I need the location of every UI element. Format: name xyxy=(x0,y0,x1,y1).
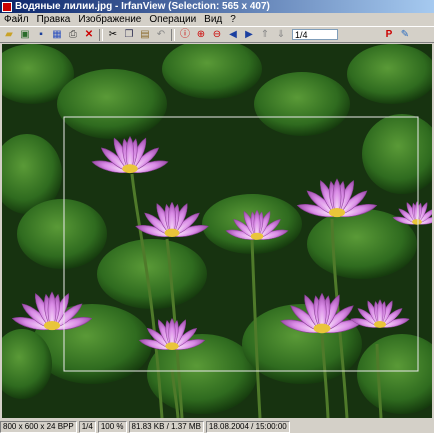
open-folder-icon[interactable]: ▰ xyxy=(2,28,16,41)
menu-file[interactable]: Файл xyxy=(0,14,33,25)
pdf-icon[interactable]: P xyxy=(382,28,396,41)
status-bar: 800 x 600 x 24 BPP 1/4 100 % 81.83 KB / … xyxy=(0,420,434,433)
window-title: Водяные лилии.jpg - IrfanView (Selection… xyxy=(15,1,270,12)
thumbnails-icon[interactable]: ▦ xyxy=(50,28,64,41)
menu-bar: Файл Правка Изображение Операции Вид ? xyxy=(0,13,434,26)
zoom-in-icon[interactable]: ⊕ xyxy=(194,28,208,41)
paint-icon[interactable]: ✎ xyxy=(398,28,412,41)
title-bar: Водяные лилии.jpg - IrfanView (Selection… xyxy=(0,0,434,13)
copy-icon[interactable]: ❐ xyxy=(122,28,136,41)
print-icon[interactable]: ⎙ xyxy=(66,28,80,41)
menu-edit[interactable]: Правка xyxy=(33,14,75,25)
toolbar-separator xyxy=(171,28,175,41)
status-zoom: 100 % xyxy=(97,420,127,433)
toolbar-separator xyxy=(99,28,103,41)
cut-icon[interactable]: ✂ xyxy=(106,28,120,41)
menu-help[interactable]: ? xyxy=(226,14,240,25)
toolbar: ▰ ▣ ▪ ▦ ⎙ ✕ ✂ ❐ ▤ ↶ ⓘ ⊕ ⊖ ◀ ▶ ⇑ ⇓ P ✎ xyxy=(0,26,434,43)
menu-view[interactable]: Вид xyxy=(200,14,226,25)
image-viewport[interactable] xyxy=(2,44,432,418)
status-dimensions: 800 x 600 x 24 BPP xyxy=(0,420,77,433)
status-page: 1/4 xyxy=(78,420,96,433)
next-icon[interactable]: ▶ xyxy=(242,28,256,41)
irfanview-app-icon xyxy=(2,1,12,12)
zoom-out-icon[interactable]: ⊖ xyxy=(210,28,224,41)
save-icon[interactable]: ▪ xyxy=(34,28,48,41)
last-page-icon[interactable]: ⇓ xyxy=(274,28,288,41)
delete-icon[interactable]: ✕ xyxy=(82,28,96,41)
menu-operations[interactable]: Операции xyxy=(145,14,200,25)
previous-icon[interactable]: ◀ xyxy=(226,28,240,41)
paste-icon[interactable]: ▤ xyxy=(138,28,152,41)
page-input[interactable] xyxy=(292,29,338,40)
status-size: 81.83 KB / 1.37 MB xyxy=(128,420,204,433)
menu-image[interactable]: Изображение xyxy=(74,14,145,25)
first-page-icon[interactable]: ⇑ xyxy=(258,28,272,41)
slideshow-icon[interactable]: ▣ xyxy=(18,28,32,41)
status-datetime: 18.08.2004 / 15:00:00 xyxy=(205,420,290,433)
undo-icon[interactable]: ↶ xyxy=(154,28,168,41)
water-lilies-image xyxy=(2,44,432,418)
info-icon[interactable]: ⓘ xyxy=(178,28,192,41)
